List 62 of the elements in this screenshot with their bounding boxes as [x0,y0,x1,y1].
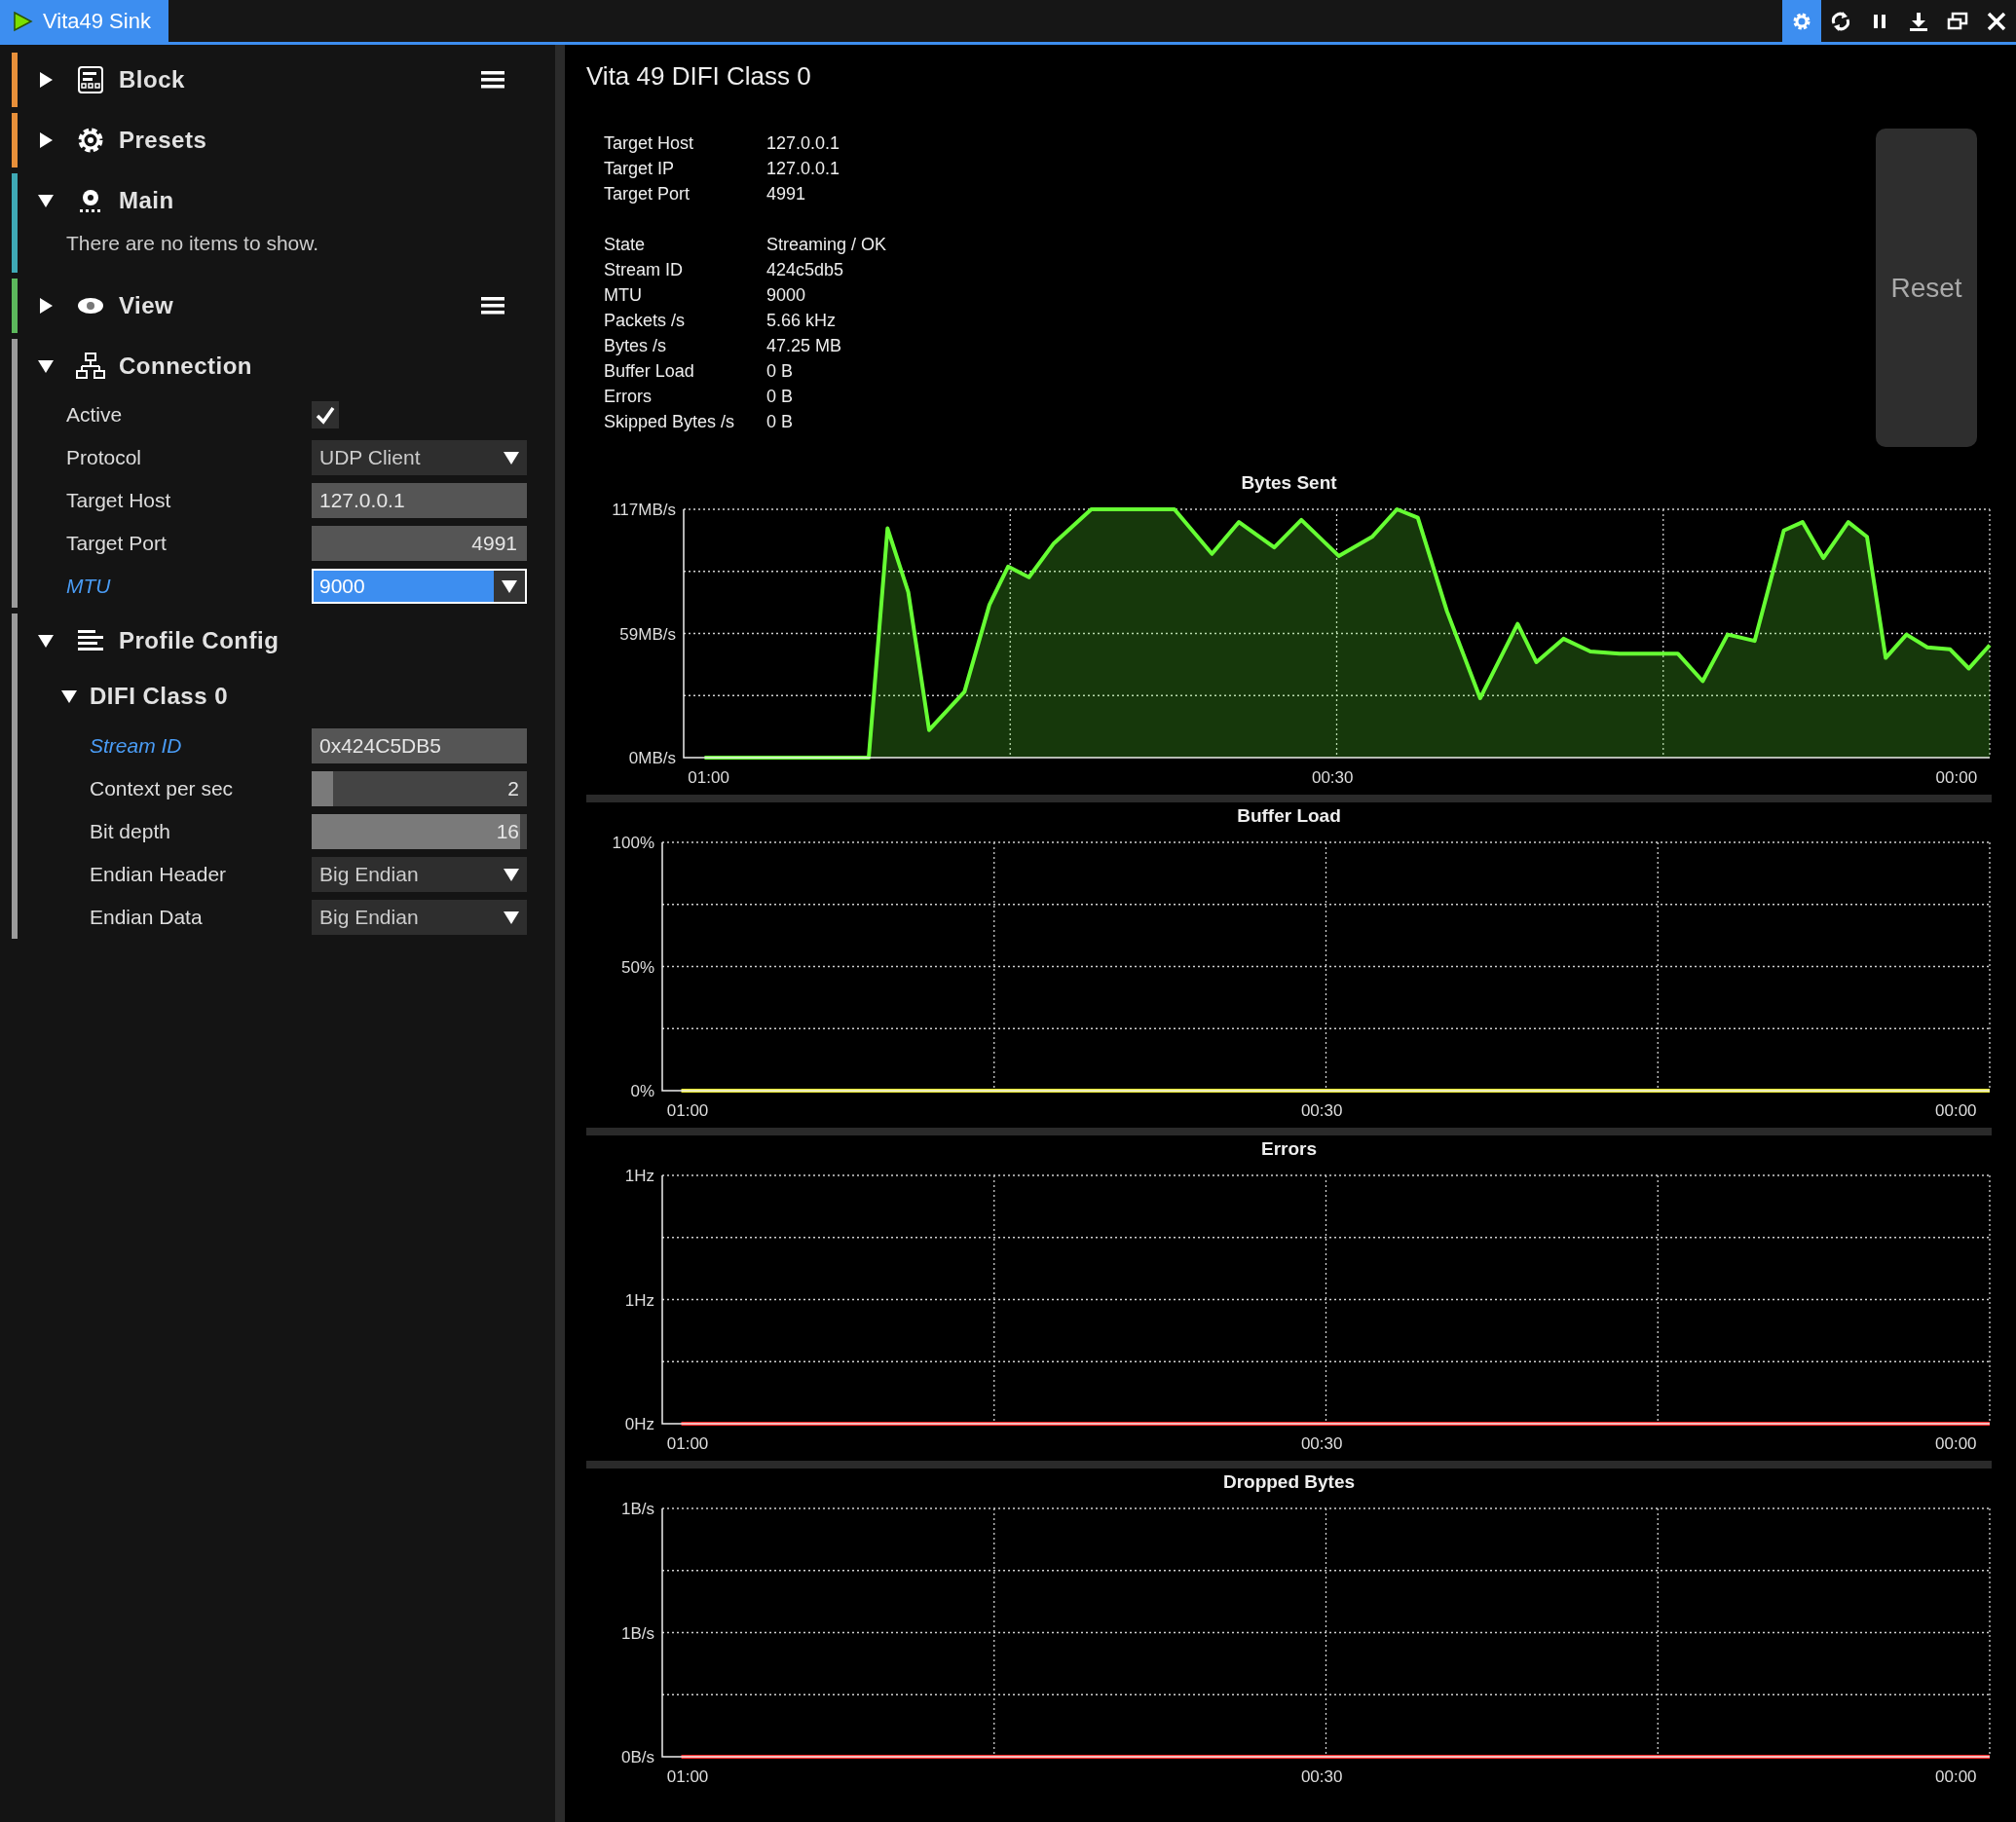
info-value: 0 B [766,360,795,383]
y-tick-label: 59MB/s [619,624,676,644]
info-value: 47.25 MB [766,335,843,357]
y-tick-label: 117MB/s [612,501,676,519]
y-tick-label: 1B/s [620,1623,654,1643]
info-label: Packets /s [604,310,687,332]
chart-title: Buffer Load [1236,804,1342,828]
info-label: Bytes /s [604,335,668,357]
panel-title: Vita 49 DIFI Class 0 [586,59,812,93]
x-tick-label: 01:00 [666,1101,709,1120]
property-label: Active [66,401,124,428]
info-value: 127.0.0.1 [766,132,841,155]
property-label: Target Host [66,487,172,513]
property-label: Context per sec [90,775,235,801]
x-tick-label: 00:00 [1935,1101,1977,1120]
info-value: 0 B [766,386,795,408]
property-label: Protocol [66,444,143,470]
info-value: 424c5db5 [766,259,845,281]
x-tick-label: 00:30 [1311,768,1354,787]
x-tick-label: 00:30 [1300,1101,1343,1120]
y-tick-label: 1Hz [624,1167,654,1185]
x-tick-label: 00:00 [1935,768,1978,787]
info-value: 5.66 kHz [766,310,838,332]
info-label: Target Host [604,132,695,155]
info-label: MTU [604,284,643,307]
property-label: Bit depth [90,818,171,844]
property-label: Target Port [66,530,168,556]
y-tick-label: 1B/s [620,1500,654,1518]
info-value: Streaming / OK [766,234,888,256]
info-label: Stream ID [604,259,685,281]
property-label: Endian Header [90,861,228,887]
y-tick-label: 0MB/s [628,749,676,767]
info-label: Errors [604,386,653,408]
property-label: Endian Data [90,904,204,930]
x-tick-label: 01:00 [666,1434,709,1453]
chart-title: Bytes Sent [1240,471,1338,495]
info-label: Target Port [604,183,691,205]
y-tick-label: 0B/s [620,1748,654,1766]
property-label: MTU [66,573,112,599]
info-value: 0 B [766,411,795,433]
info-label: State [604,234,647,256]
info-value: 9000 [766,284,807,307]
x-tick-label: 00:00 [1935,1434,1977,1453]
x-tick-label: 00:00 [1935,1767,1977,1786]
x-tick-label: 00:30 [1300,1767,1343,1786]
y-tick-label: 0% [630,1082,654,1100]
chart-title: Errors [1260,1137,1318,1161]
info-value: 4991 [766,183,807,205]
y-tick-label: 1Hz [624,1290,654,1310]
y-tick-label: 0Hz [624,1415,654,1433]
x-tick-label: 00:30 [1300,1434,1343,1453]
info-value: 127.0.0.1 [766,158,841,180]
info-label: Target IP [604,158,676,180]
info-label: Skipped Bytes /s [604,411,736,433]
property-label: Stream ID [90,732,183,759]
chart-title: Dropped Bytes [1221,1470,1357,1494]
empty-message: There are no items to show. [65,231,320,256]
y-tick-label: 50% [620,957,654,977]
info-label: Buffer Load [604,360,695,383]
y-tick-label: 100% [612,834,654,852]
x-tick-label: 01:00 [666,1767,709,1786]
x-tick-label: 01:00 [688,768,729,787]
